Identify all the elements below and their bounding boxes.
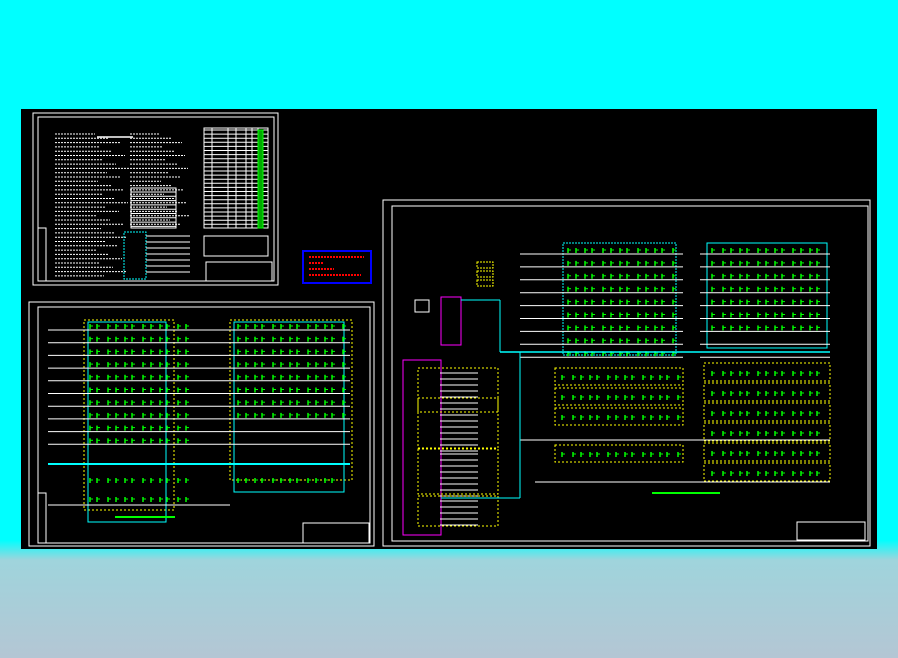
- sheet-frame: [28, 301, 375, 547]
- terminal-box: [476, 261, 494, 269]
- title-block: [302, 522, 370, 544]
- riser-wire: [233, 321, 345, 493]
- computer-icon: [414, 299, 430, 313]
- riser-wire: [87, 321, 167, 523]
- floor-distribution-sheet: [28, 301, 375, 547]
- title-block: [796, 521, 866, 541]
- system-diagram-sheet: [382, 199, 871, 547]
- legend-table: [203, 235, 269, 257]
- riser-wire: [706, 242, 828, 349]
- control-panel: [440, 296, 462, 346]
- cabinet-section: [417, 367, 499, 413]
- terminal-box: [476, 279, 494, 287]
- revision-block: [37, 227, 47, 282]
- riser-zone: [229, 319, 353, 481]
- terminal-box: [476, 270, 494, 278]
- table-highlight: [257, 129, 264, 229]
- stamp: [302, 250, 372, 284]
- panel-box: [123, 231, 147, 280]
- cad-drawing-canvas[interactable]: [21, 109, 877, 549]
- cabinet-section: [417, 397, 499, 449]
- design-notes-sheet: [32, 112, 279, 286]
- stamp-border: [302, 250, 372, 284]
- revision-block: [37, 492, 47, 544]
- cad-drawing: [28, 112, 871, 547]
- riser-wire: [562, 242, 677, 356]
- title-block: [205, 261, 273, 282]
